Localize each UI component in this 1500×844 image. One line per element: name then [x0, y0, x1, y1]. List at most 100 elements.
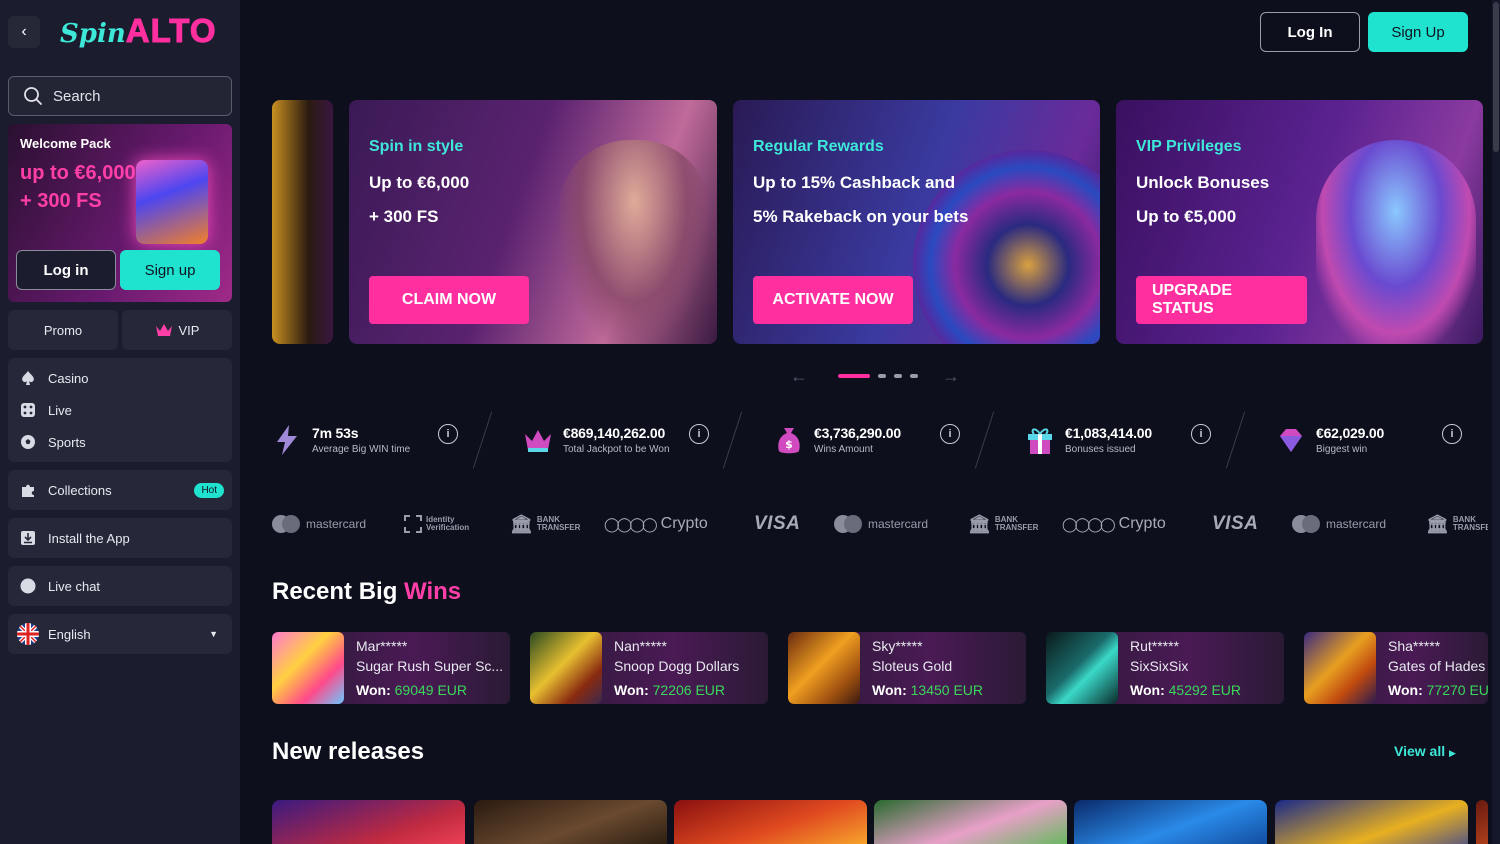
- info-icon[interactable]: i: [689, 424, 709, 444]
- banner-vip-privileges[interactable]: VIP Privileges Unlock Bonuses Up to €5,0…: [1116, 100, 1483, 344]
- welcome-pack-image: [136, 160, 208, 244]
- win-card[interactable]: Sky***** Sloteus Gold Won: 13450 EUR: [788, 632, 1026, 704]
- caret-right-icon: ▶: [1449, 748, 1456, 758]
- welcome-login-button[interactable]: Log in: [16, 250, 116, 290]
- banner-eyebrow: VIP Privileges: [1136, 138, 1242, 155]
- stat-label: Average Big WIN time: [312, 444, 411, 455]
- banner-headline: Up to €6,000: [369, 173, 470, 192]
- view-all-label: View all: [1394, 743, 1446, 759]
- nav-item-casino[interactable]: Casino: [8, 362, 232, 394]
- release-card[interactable]: [674, 800, 867, 844]
- lightning-icon: [277, 425, 297, 455]
- mastercard-icon: [834, 515, 862, 533]
- win-user: Rut*****: [1130, 638, 1180, 654]
- stat-label: Biggest win: [1316, 444, 1368, 455]
- nav-install-group: Install the App: [8, 518, 232, 558]
- scrollbar-thumb[interactable]: [1493, 2, 1499, 152]
- collapse-sidebar-button[interactable]: ‹: [8, 16, 40, 48]
- win-user: Sha*****: [1388, 638, 1441, 654]
- win-card[interactable]: Nan***** Snoop Dogg Dollars Won: 72206 E…: [530, 632, 768, 704]
- nav-item-sports[interactable]: Sports: [8, 426, 232, 458]
- win-card[interactable]: Rut***** SixSixSix Won: 45292 EUR: [1046, 632, 1284, 704]
- activate-now-button[interactable]: ACTIVATE NOW: [753, 276, 913, 324]
- svg-text:$: $: [785, 438, 793, 451]
- nav-item-live[interactable]: Live: [8, 394, 232, 426]
- nav-item-install-app[interactable]: Install the App: [8, 522, 232, 554]
- release-card[interactable]: [1476, 800, 1488, 844]
- idv-bottom: Verification: [426, 523, 470, 532]
- sidebar: ‹ Spin ALTO Search Welcome Pack up to €6…: [0, 0, 240, 844]
- promo-label: Promo: [43, 322, 83, 338]
- info-icon[interactable]: i: [438, 424, 458, 444]
- nav-main-group: Casino Live Sports: [8, 358, 232, 462]
- win-amount: 77270 EUR: [1426, 682, 1488, 698]
- dice-icon: [20, 402, 36, 418]
- win-user: Sky*****: [872, 638, 923, 654]
- new-releases-title: New releases: [272, 738, 425, 765]
- nav-item-language[interactable]: English ▼: [8, 618, 232, 650]
- release-card[interactable]: [272, 800, 465, 844]
- search-input[interactable]: Search: [8, 76, 232, 116]
- carousel-dot[interactable]: [878, 374, 886, 378]
- info-icon[interactable]: i: [940, 424, 960, 444]
- id-scan-icon: [404, 515, 422, 533]
- page-scrollbar[interactable]: [1492, 0, 1500, 844]
- welcome-pack-card[interactable]: Welcome Pack up to €6,000 + 300 FS Log i…: [8, 124, 232, 302]
- crown-icon: [525, 430, 551, 452]
- stat-value: €869,140,262.00: [563, 425, 666, 441]
- carousel-dot-active[interactable]: [838, 374, 870, 378]
- logo[interactable]: Spin ALTO: [60, 12, 217, 52]
- language-label: English: [48, 626, 91, 642]
- arrow-right-icon[interactable]: →: [942, 366, 960, 387]
- arrow-left-icon[interactable]: ←: [790, 366, 808, 387]
- payment-identity-verification: Identity Verification: [404, 510, 469, 538]
- banner-regular-rewards[interactable]: Regular Rewards Up to 15% Cashback and 5…: [733, 100, 1100, 344]
- release-card[interactable]: [1275, 800, 1468, 844]
- stat-label: Wins Amount: [814, 444, 873, 455]
- win-amount: 72206 EUR: [652, 682, 726, 698]
- nav-collections-label: Collections: [48, 482, 112, 498]
- welcome-signup-button[interactable]: Sign up: [120, 250, 220, 290]
- chat-bubble-icon: [20, 578, 36, 594]
- header-signup-button[interactable]: Sign Up: [1368, 12, 1468, 52]
- statue-image: [1316, 140, 1476, 344]
- puzzle-icon: [20, 482, 36, 498]
- game-thumbnail: [530, 632, 602, 704]
- win-user: Nan*****: [614, 638, 667, 654]
- info-icon[interactable]: i: [1191, 424, 1211, 444]
- game-thumbnail: [272, 632, 344, 704]
- header-login-button[interactable]: Log In: [1260, 12, 1360, 52]
- language-selector[interactable]: English ▼: [8, 614, 232, 654]
- carousel-dot[interactable]: [894, 374, 902, 378]
- win-card[interactable]: Sha***** Gates of Hades Won: 77270 EUR: [1304, 632, 1488, 704]
- banner-previous-partial[interactable]: [272, 100, 333, 344]
- banner-spin-in-style[interactable]: Spin in style Up to €6,000 + 300 FS CLAI…: [349, 100, 717, 344]
- vip-label: VIP: [178, 322, 200, 338]
- banner-headline: Unlock Bonuses: [1136, 173, 1270, 192]
- promo-button[interactable]: Promo: [8, 310, 118, 350]
- nav-livechat-label: Live chat: [48, 578, 101, 594]
- win-amount-row: Won: 69049 EUR: [356, 682, 467, 698]
- release-card[interactable]: [1074, 800, 1267, 844]
- view-all-link[interactable]: View all ▶: [1394, 743, 1456, 759]
- stat-biggest-win: €62,029.00 Biggest win i: [1276, 420, 1466, 464]
- nav-item-live-chat[interactable]: Live chat: [8, 570, 232, 602]
- win-game: Sugar Rush Super Sc...: [356, 658, 504, 674]
- win-card[interactable]: Mar***** Sugar Rush Super Sc... Won: 690…: [272, 632, 510, 704]
- nav-item-collections[interactable]: Collections Hot: [8, 474, 232, 506]
- upgrade-status-button[interactable]: UPGRADE STATUS: [1136, 276, 1307, 324]
- bank-bottom: TRANSFER: [1452, 523, 1488, 532]
- game-thumbnail: [788, 632, 860, 704]
- release-card[interactable]: [474, 800, 667, 844]
- nav-live-label: Live: [48, 402, 72, 418]
- vip-button[interactable]: VIP: [122, 310, 232, 350]
- info-icon[interactable]: i: [1442, 424, 1462, 444]
- banner-eyebrow: Spin in style: [369, 138, 464, 155]
- nav-sports-label: Sports: [48, 434, 86, 450]
- release-card[interactable]: [874, 800, 1067, 844]
- stat-divider: [1225, 411, 1246, 469]
- banner-headline: Up to 15% Cashback and: [753, 173, 956, 192]
- nav-livechat-group: Live chat: [8, 566, 232, 606]
- carousel-dot[interactable]: [910, 374, 918, 378]
- claim-now-button[interactable]: CLAIM NOW: [369, 276, 529, 324]
